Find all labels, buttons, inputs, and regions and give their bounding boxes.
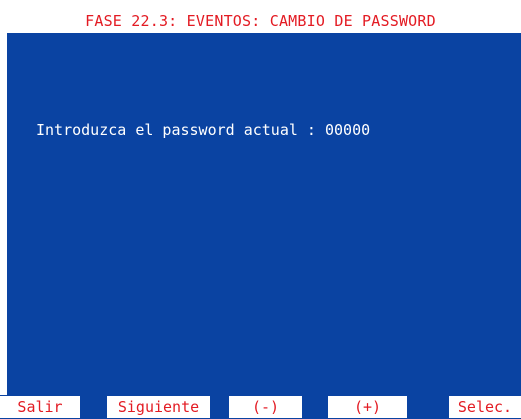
screen-title: FASE 22.3: EVENTOS: CAMBIO DE PASSWORD (85, 12, 436, 30)
function-key-bar: Salir Siguiente (-) (+) Selec. (0, 395, 521, 419)
password-prompt[interactable]: Introduzca el password actual : 00000 (36, 120, 370, 140)
salir-button[interactable]: Salir (0, 396, 80, 418)
terminal-screen: FASE 22.3: EVENTOS: CAMBIO DE PASSWORD I… (0, 0, 521, 419)
siguiente-button[interactable]: Siguiente (107, 396, 210, 418)
select-button[interactable]: Selec. (449, 396, 521, 418)
increment-button[interactable]: (+) (328, 396, 407, 418)
decrement-button[interactable]: (-) (229, 396, 302, 418)
main-panel: Introduzca el password actual : 00000 (7, 33, 521, 395)
